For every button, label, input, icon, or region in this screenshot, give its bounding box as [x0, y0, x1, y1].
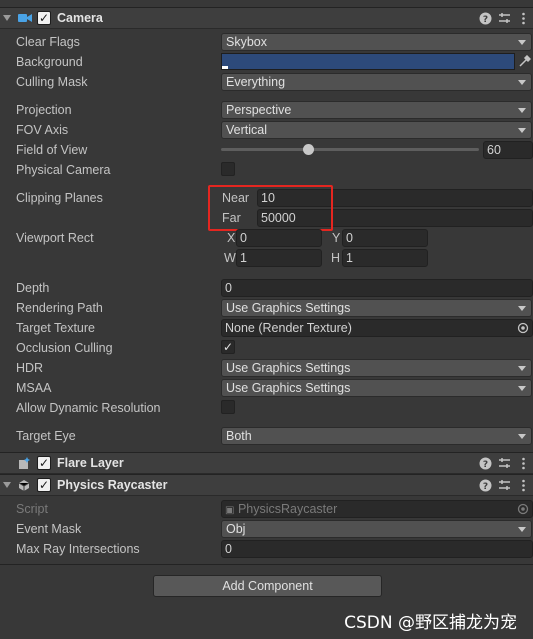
- allow-dynamic-resolution-checkbox[interactable]: [221, 400, 235, 414]
- flare-layer-icon: [19, 457, 30, 469]
- help-icon[interactable]: ?: [479, 12, 492, 25]
- flare-layer-title: Flare Layer: [57, 456, 124, 470]
- fov-slider-track[interactable]: [221, 148, 479, 151]
- fov-axis-dropdown[interactable]: Vertical: [221, 121, 532, 139]
- field-of-view-label: Field of View: [16, 143, 88, 157]
- dropdown-arrow-icon: [518, 434, 526, 439]
- clear-flags-label: Clear Flags: [16, 35, 80, 49]
- foldout-arrow-icon[interactable]: [3, 15, 11, 21]
- target-eye-dropdown[interactable]: Both: [221, 427, 532, 445]
- flare-layer-header[interactable]: ✓ Flare Layer ?: [0, 452, 533, 474]
- viewport-h-field[interactable]: 1: [342, 249, 428, 267]
- physics-raycaster-title: Physics Raycaster: [57, 478, 168, 492]
- depth-label: Depth: [16, 281, 50, 295]
- hdr-label: HDR: [16, 361, 44, 375]
- viewport-h-label: H: [331, 251, 341, 265]
- occlusion-culling-label: Occlusion Culling: [16, 341, 113, 355]
- script-field: ▣ PhysicsRaycaster: [221, 500, 533, 518]
- alpha-bar: [222, 66, 228, 69]
- clear-flags-value: Skybox: [226, 35, 267, 49]
- divider: [0, 564, 533, 565]
- viewport-w-label: W: [224, 251, 236, 265]
- object-picker-icon: [517, 503, 529, 515]
- allow-dynamic-resolution-label: Allow Dynamic Resolution: [16, 401, 161, 415]
- dropdown-arrow-icon: [518, 108, 526, 113]
- viewport-y-label: Y: [332, 231, 341, 245]
- clipping-planes-label: Clipping Planes: [16, 191, 103, 205]
- script-label: Script: [16, 502, 48, 516]
- viewport-x-field[interactable]: 0: [236, 229, 322, 247]
- hdr-dropdown[interactable]: Use Graphics Settings: [221, 359, 532, 377]
- fov-slider-thumb[interactable]: [303, 144, 314, 155]
- fov-axis-label: FOV Axis: [16, 123, 69, 137]
- dropdown-arrow-icon: [518, 527, 526, 532]
- svg-text:?: ?: [483, 15, 488, 25]
- script-file-icon: ▣: [225, 505, 235, 516]
- foldout-arrow-icon[interactable]: [3, 482, 11, 488]
- viewport-y-field[interactable]: 0: [342, 229, 428, 247]
- projection-label: Projection: [16, 103, 72, 117]
- add-component-button[interactable]: Add Component: [153, 575, 382, 597]
- event-mask-dropdown[interactable]: Obj: [221, 520, 532, 538]
- background-color-field[interactable]: [221, 53, 515, 70]
- camera-icon: [18, 14, 32, 22]
- culling-mask-label: Culling Mask: [16, 75, 88, 89]
- camera-enabled-checkbox[interactable]: ✓: [37, 11, 51, 25]
- object-picker-icon[interactable]: [517, 322, 529, 334]
- dropdown-arrow-icon: [518, 40, 526, 45]
- dropdown-arrow-icon: [518, 306, 526, 311]
- projection-value: Perspective: [226, 103, 292, 117]
- watermark: CSDN @野区捕龙为宠: [344, 613, 517, 633]
- clear-flags-dropdown[interactable]: Skybox: [221, 33, 532, 51]
- rendering-path-dropdown[interactable]: Use Graphics Settings: [221, 299, 532, 317]
- culling-mask-dropdown[interactable]: Everything: [221, 73, 532, 91]
- max-ray-intersections-field[interactable]: 0: [221, 540, 533, 558]
- physical-camera-label: Physical Camera: [16, 163, 111, 177]
- preset-icon[interactable]: [498, 457, 511, 470]
- background-label: Background: [16, 55, 83, 69]
- max-ray-intersections-label: Max Ray Intersections: [16, 542, 140, 556]
- target-texture-field[interactable]: None (Render Texture): [221, 319, 533, 337]
- physics-raycaster-enabled-checkbox[interactable]: ✓: [37, 478, 51, 492]
- more-options-icon[interactable]: [517, 457, 530, 470]
- more-options-icon[interactable]: [517, 12, 530, 25]
- help-icon[interactable]: ?: [479, 479, 492, 492]
- msaa-label: MSAA: [16, 381, 52, 395]
- viewport-x-label: X: [227, 231, 236, 245]
- svg-text:?: ?: [483, 482, 488, 492]
- help-icon[interactable]: ?: [479, 457, 492, 470]
- highlight-box: [208, 185, 333, 231]
- occlusion-culling-checkbox[interactable]: ✓: [221, 340, 235, 354]
- fov-axis-value: Vertical: [226, 123, 267, 137]
- physics-raycaster-icon: [18, 480, 30, 491]
- msaa-dropdown[interactable]: Use Graphics Settings: [221, 379, 532, 397]
- target-eye-label: Target Eye: [16, 429, 76, 443]
- event-mask-label: Event Mask: [16, 522, 82, 536]
- culling-mask-value: Everything: [226, 75, 286, 89]
- depth-field[interactable]: 0: [221, 279, 533, 297]
- preset-icon[interactable]: [498, 479, 511, 492]
- dropdown-arrow-icon: [518, 386, 526, 391]
- target-texture-label: Target Texture: [16, 321, 95, 335]
- flare-layer-enabled-checkbox[interactable]: ✓: [37, 456, 51, 470]
- more-options-icon[interactable]: [517, 479, 530, 492]
- physical-camera-checkbox[interactable]: [221, 162, 235, 176]
- svg-text:?: ?: [483, 460, 488, 470]
- physics-raycaster-header[interactable]: ✓ Physics Raycaster ?: [0, 474, 533, 496]
- eyedropper-icon[interactable]: [518, 55, 531, 68]
- camera-title: Camera: [57, 11, 103, 25]
- camera-component-header[interactable]: ✓ Camera ?: [0, 7, 533, 29]
- viewport-w-field[interactable]: 1: [236, 249, 322, 267]
- dropdown-arrow-icon: [518, 366, 526, 371]
- viewport-rect-label: Viewport Rect: [16, 231, 94, 245]
- fov-value-field[interactable]: 60: [483, 141, 533, 159]
- dropdown-arrow-icon: [518, 80, 526, 85]
- dropdown-arrow-icon: [518, 128, 526, 133]
- rendering-path-label: Rendering Path: [16, 301, 103, 315]
- projection-dropdown[interactable]: Perspective: [221, 101, 532, 119]
- preset-icon[interactable]: [498, 12, 511, 25]
